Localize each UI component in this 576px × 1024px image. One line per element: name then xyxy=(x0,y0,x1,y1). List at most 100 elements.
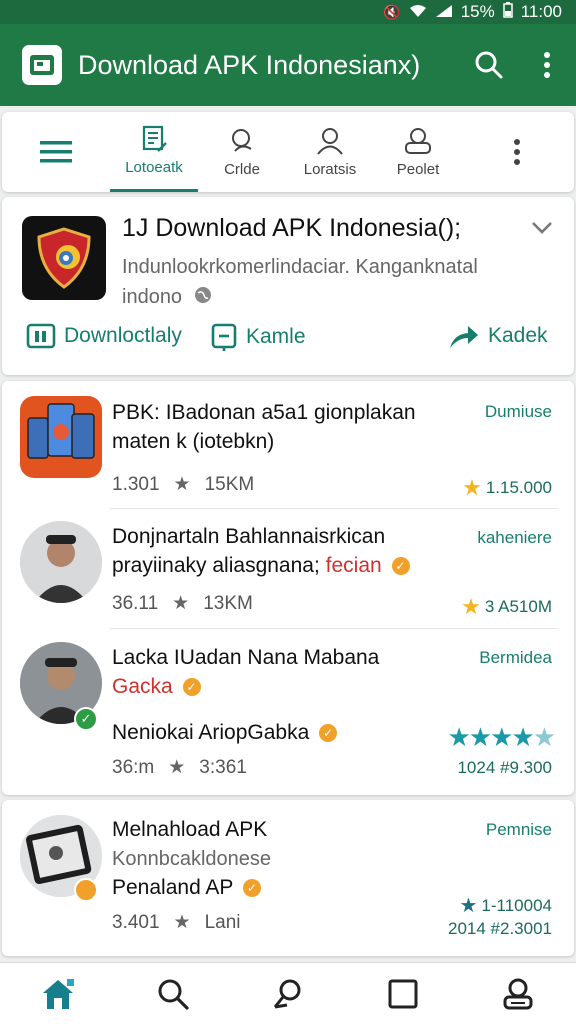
group-icon xyxy=(405,127,431,154)
battery-icon xyxy=(502,1,513,23)
tag-icon xyxy=(211,323,237,351)
download-count: 1024 #9.300 xyxy=(457,758,552,777)
app-meta: 3.401 ★ Lani xyxy=(112,911,241,934)
person-photo-icon xyxy=(20,521,102,603)
featured-title: 1J Download APK Indonesia(); xyxy=(122,214,462,242)
featured-app-icon[interactable] xyxy=(22,216,106,300)
more-vert-icon xyxy=(544,52,550,78)
app-title: Lacka IUadan Nana Mabana Gacka ✓ xyxy=(112,643,379,701)
tab-overflow-button[interactable] xyxy=(462,112,572,192)
phones-icon xyxy=(27,403,95,459)
app-logo-icon xyxy=(22,45,62,85)
featured-desc-line1: Indunlookrkomerlindaciar. Kanganknatal xyxy=(122,256,478,278)
star-icon: ★ xyxy=(468,722,492,752)
more-options-button[interactable] xyxy=(518,36,576,94)
status-bar: 🔇 15% 11:00 xyxy=(0,0,576,24)
nav-profile[interactable] xyxy=(490,966,546,1022)
verified-badge-icon: ✓ xyxy=(242,879,261,898)
app-size: Lani xyxy=(204,911,241,933)
download-count-2: 2014 #2.3001 xyxy=(448,919,552,938)
verified-badge-icon: ✓ xyxy=(319,724,338,743)
app-subtitle: Konnbcakldonese xyxy=(112,848,272,870)
app-size: 3:361 xyxy=(199,756,247,778)
app-subtitle-text: Neniokai AriopGabka xyxy=(112,721,310,744)
download-count: 1.15.000 xyxy=(485,478,552,497)
download-action[interactable]: Downloctlaly xyxy=(26,322,182,350)
app-meta: 36.11 ★ 13KM xyxy=(112,592,253,615)
expand-button[interactable] xyxy=(530,220,554,241)
kamle-action[interactable]: Kamle xyxy=(210,322,306,352)
star-icon: ★ xyxy=(447,722,470,752)
download-count: 3 A510M xyxy=(484,597,552,616)
app-title: Melnahload APK xyxy=(112,818,268,841)
download-action-label: Downloctlaly xyxy=(64,324,182,347)
download-count: 1-110004 xyxy=(481,895,552,915)
app-status: Dumiuse xyxy=(484,402,552,421)
tab-crlde[interactable]: Crlde xyxy=(198,112,286,192)
app-downloads: ★ 3 A510M xyxy=(461,594,552,620)
shield-icon xyxy=(37,227,91,289)
app-rating: 1.301 xyxy=(112,473,160,495)
app-title: Download APK Indonesianx) xyxy=(78,49,421,80)
menu-button[interactable] xyxy=(2,112,110,192)
app-title-line2: prayiinaky aliasgnana; xyxy=(112,554,320,577)
tab-label: Loratsis xyxy=(303,160,357,178)
app-title: PBK: IBadonan a5a1 gionplakan maten k (i… xyxy=(112,398,416,456)
share-icon xyxy=(450,326,478,348)
app-icon[interactable] xyxy=(20,396,102,478)
download-icon xyxy=(26,323,56,349)
app-downloads-2: 2014 #2.3001 xyxy=(448,919,552,939)
menu-icon xyxy=(40,141,72,163)
tab-label: Peolet xyxy=(396,160,440,178)
app-downloads: ★ 1.15.000 xyxy=(462,475,552,501)
tab-label: Crlde xyxy=(224,160,260,178)
badge-icon xyxy=(74,878,98,902)
app-subtitle-2: Penaland AP ✓ xyxy=(112,873,261,902)
app-status: kaheniere xyxy=(477,528,552,547)
battery-level: 15% xyxy=(460,2,495,21)
bottom-nav xyxy=(0,962,576,1024)
home-icon xyxy=(42,978,74,1009)
app-rating: 36:m xyxy=(112,756,155,778)
star-icon: ★ xyxy=(173,912,191,933)
app-meta: 1.301 ★ 15KM xyxy=(112,473,254,496)
tab-peolet[interactable]: Peolet xyxy=(374,112,462,192)
nav-search[interactable] xyxy=(145,966,201,1022)
search-button[interactable] xyxy=(460,36,518,94)
nav-library[interactable] xyxy=(375,966,431,1022)
app-downloads: 1024 #9.300 xyxy=(457,758,552,778)
star-icon: ★ xyxy=(459,895,478,917)
app-rating: 36.11 xyxy=(112,592,159,614)
app-bar: Download APK Indonesianx) xyxy=(0,24,576,106)
star-icon: ★ xyxy=(462,475,482,500)
app-subtitle-2-text: Penaland AP xyxy=(112,876,234,899)
star-icon: ★ xyxy=(490,722,513,752)
share-action[interactable]: Kadek xyxy=(448,322,548,350)
more-vert-icon xyxy=(514,139,520,165)
avatar[interactable] xyxy=(20,521,102,603)
app-title-line2: maten k (iotebkn) xyxy=(112,430,275,453)
verified-check-icon: ✓ xyxy=(74,707,98,731)
app-downloads: ★ 1-110004 xyxy=(459,893,552,918)
app-tag: fecian xyxy=(325,554,382,577)
star-icon: ★ xyxy=(511,722,534,752)
app-status: Bermidea xyxy=(479,648,552,667)
star-rating: ★★★★★ xyxy=(447,722,556,753)
nav-chat[interactable] xyxy=(260,966,316,1022)
tab-loratsis[interactable]: Loratsis xyxy=(286,112,374,192)
verified-badge-icon: ✓ xyxy=(391,557,410,576)
globe-icon xyxy=(194,283,212,313)
app-size: 15KM xyxy=(204,473,255,495)
app-status: Pemnise xyxy=(485,820,552,839)
app-size: 13KM xyxy=(203,592,253,614)
app-title-line1: PBK: IBadonan a5a1 gionplakan xyxy=(112,401,416,424)
nav-home[interactable] xyxy=(30,966,86,1022)
divider xyxy=(110,628,558,629)
chat-icon xyxy=(232,128,252,152)
divider xyxy=(110,508,558,509)
tab-lotoeatk[interactable]: Lotoeatk xyxy=(110,112,198,192)
search-icon xyxy=(475,51,503,79)
star-icon: ★ xyxy=(461,594,481,619)
mute-icon: 🔇 xyxy=(383,3,401,20)
star-half-icon: ★ xyxy=(532,722,556,752)
